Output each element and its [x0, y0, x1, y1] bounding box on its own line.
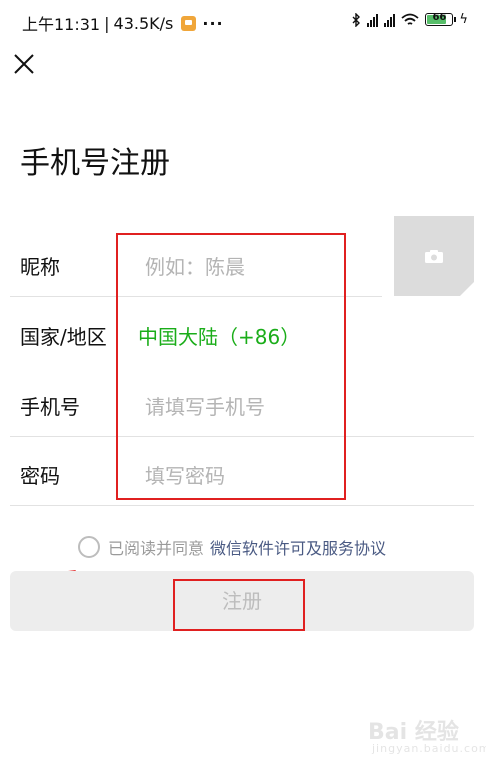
wifi-icon — [401, 13, 420, 25]
annotation-box-register — [173, 579, 305, 631]
camera-icon — [425, 250, 443, 263]
divider — [10, 505, 474, 506]
status-time: 上午11:31 — [22, 15, 101, 34]
close-icon[interactable] — [12, 52, 36, 76]
baidu-jingyan-watermark: Bai 经验 jingyan.baidu.com — [368, 720, 486, 755]
nickname-label: 昵称 — [20, 255, 60, 279]
battery-level: 66 — [432, 12, 447, 23]
password-label: 密码 — [20, 464, 60, 488]
signal-icon — [367, 13, 379, 27]
annotation-box-inputs — [116, 233, 346, 500]
agreement-row: 已阅读并同意 微信软件许可及服务协议 — [78, 535, 386, 559]
network-speed: 43.5K/s — [113, 13, 174, 33]
region-label: 国家/地区 — [20, 325, 107, 349]
agreement-text: 已阅读并同意 — [108, 539, 205, 558]
signal-icon-2 — [384, 13, 396, 27]
agreement-link[interactable]: 微信软件许可及服务协议 — [210, 535, 386, 559]
battery-icon: 66 — [425, 12, 457, 26]
bluetooth-icon — [352, 12, 361, 27]
more-notifications-icon: ··· — [202, 13, 224, 33]
charging-icon: ϟ — [459, 12, 468, 27]
agreement-checkbox[interactable] — [78, 536, 100, 558]
page-title: 手机号注册 — [20, 146, 170, 181]
avatar-upload-button[interactable] — [394, 216, 474, 296]
status-right: 66 ϟ — [351, 12, 468, 27]
phone-label: 手机号 — [20, 395, 80, 419]
status-bar: 上午11:31 | 43.5K/s ··· 66 ϟ — [0, 0, 486, 44]
status-left: 上午11:31 | 43.5K/s ··· — [22, 11, 224, 35]
app-notification-icon — [181, 15, 197, 31]
